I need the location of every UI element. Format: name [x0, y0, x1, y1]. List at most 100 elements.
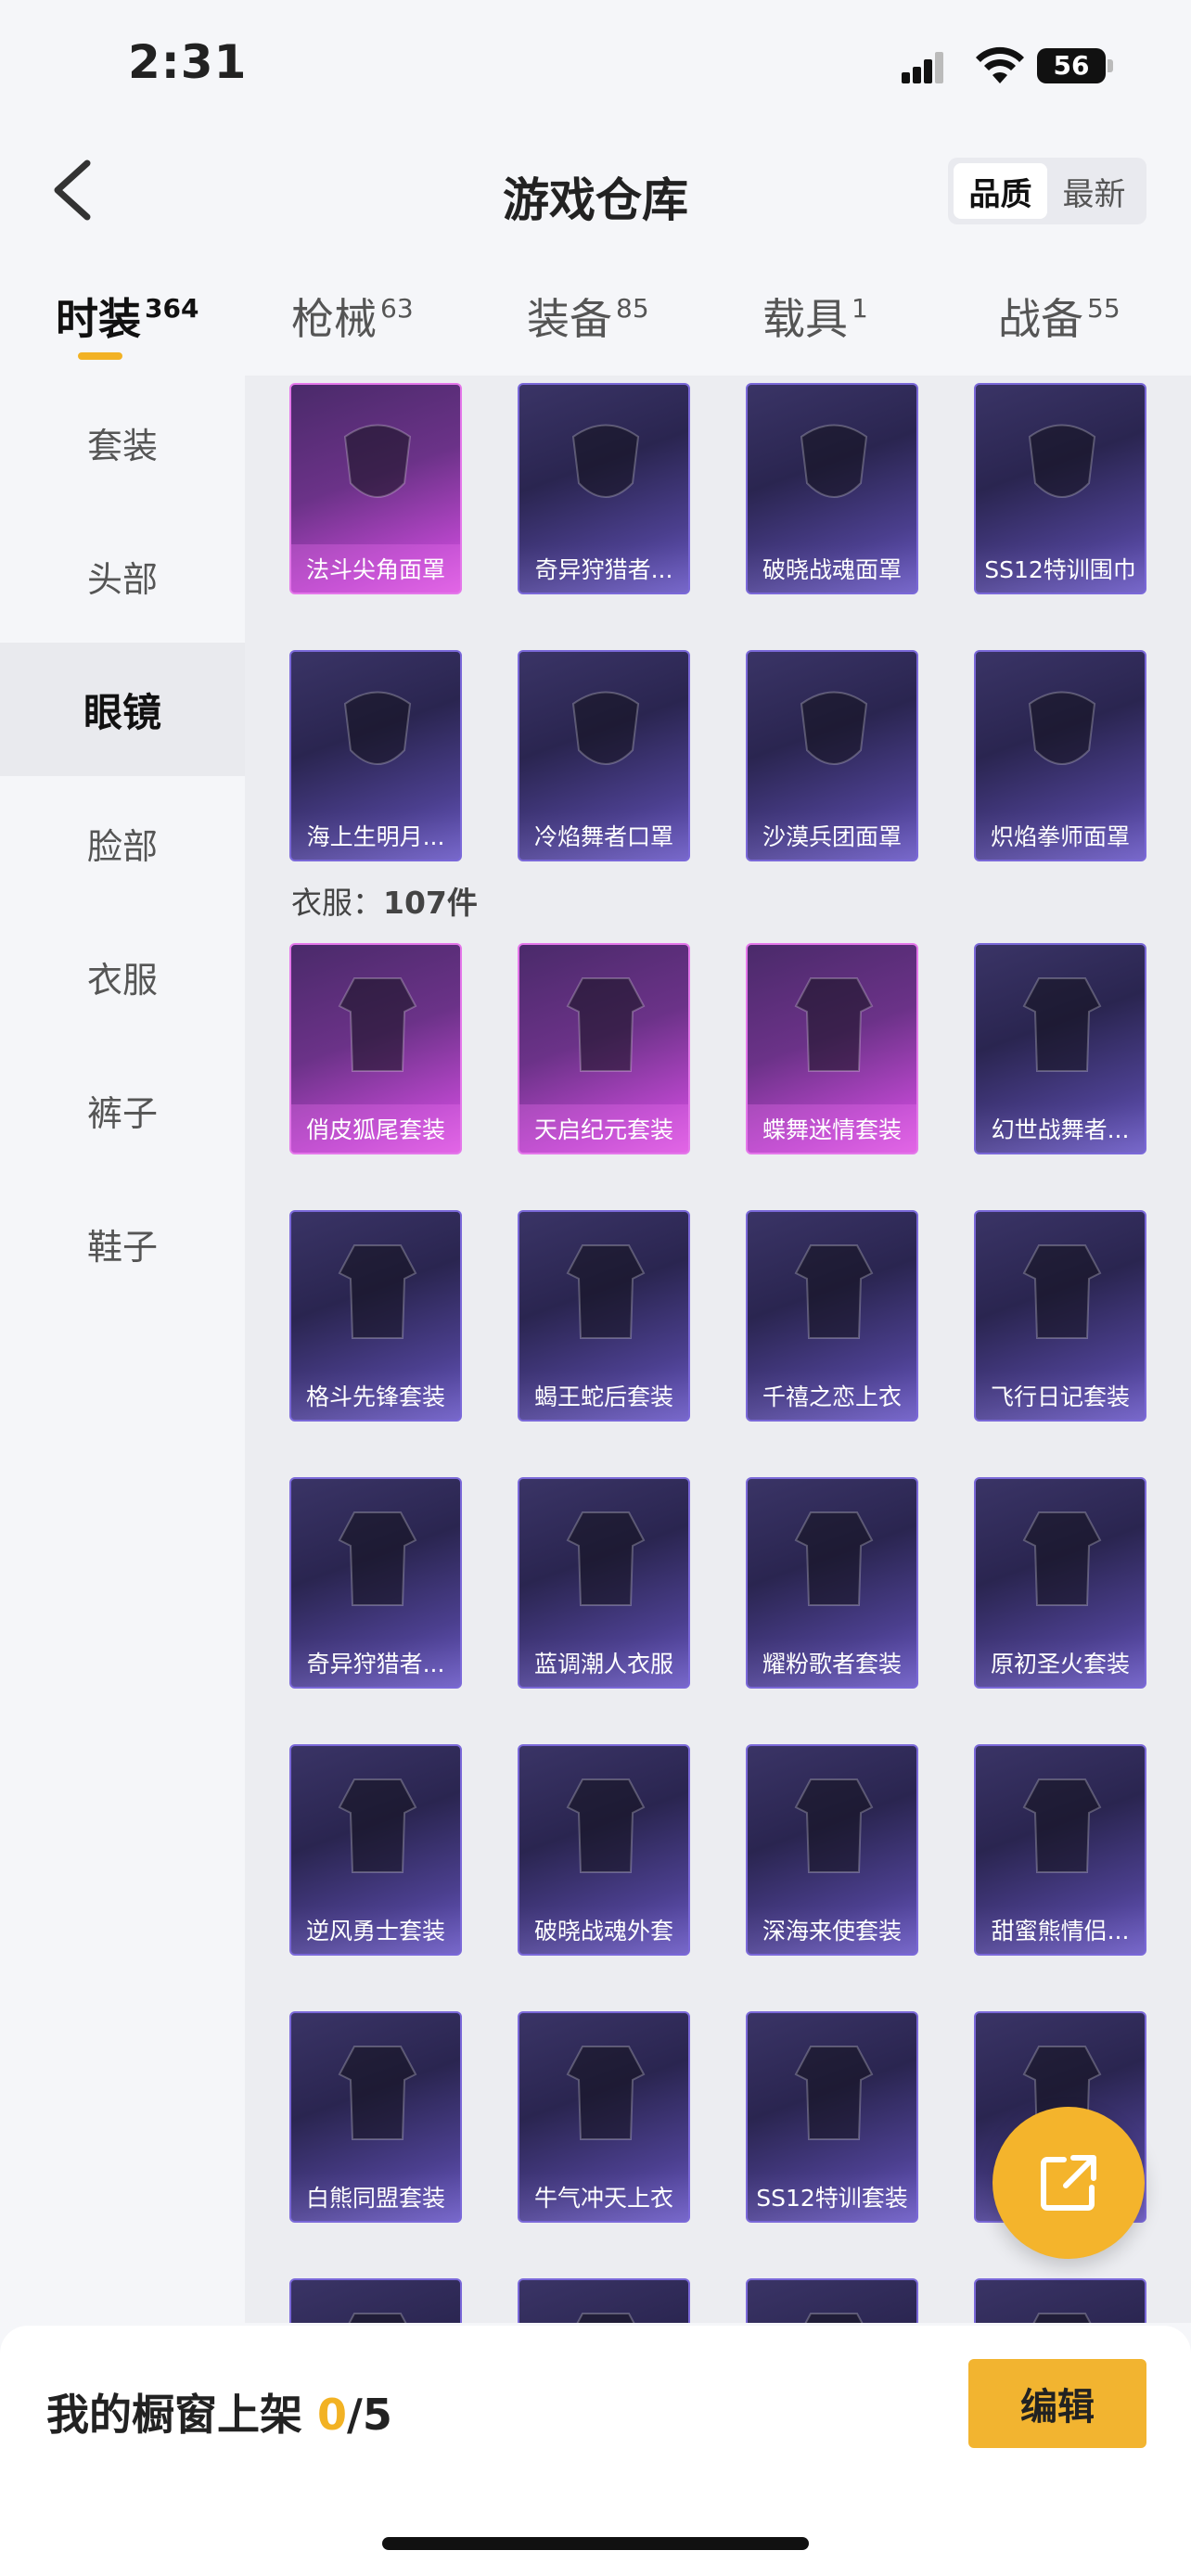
tab-count: 63	[380, 293, 414, 324]
item-name: SS12特训围巾	[976, 544, 1145, 593]
item-card[interactable]: 蝶舞迷情套装	[746, 943, 918, 1154]
item-name: 格斗先锋套装	[291, 1371, 460, 1420]
item-name: 白熊同盟套装	[291, 2173, 460, 2221]
tab-count: 55	[1087, 293, 1121, 324]
battery-tip	[1108, 59, 1113, 72]
item-card[interactable]: SS12特训围巾	[974, 383, 1146, 594]
tab-vehicles[interactable]: 载具 1	[762, 286, 868, 347]
item-thumbnail-icon	[1022, 977, 1102, 1072]
status-bar: 2:31 56	[0, 0, 1191, 139]
sidebar-item-sets[interactable]: 套装	[0, 376, 245, 509]
sidebar-item-glasses[interactable]: 眼镜	[0, 643, 245, 776]
item-thumbnail-icon	[1022, 1511, 1102, 1606]
wifi-icon	[976, 46, 1024, 83]
item-card[interactable]: 甜蜜熊情侣...	[974, 1744, 1146, 1956]
item-name: 牛气冲天上衣	[519, 2173, 688, 2221]
item-card[interactable]	[518, 2278, 690, 2323]
sidebar-item-pants[interactable]: 裤子	[0, 1043, 245, 1177]
item-card[interactable]: 破晓战魂面罩	[746, 383, 918, 594]
item-card[interactable]: 法斗尖角面罩	[289, 383, 462, 594]
item-card[interactable]: 蝎王蛇后套装	[518, 1210, 690, 1422]
tab-fashion[interactable]: 时装 364	[56, 286, 198, 347]
tab-equipment[interactable]: 装备 85	[527, 286, 649, 347]
tab-combat-supplies[interactable]: 战备 55	[998, 286, 1121, 347]
cellular-signal-icon	[902, 50, 944, 83]
item-name: 飞行日记套装	[976, 1371, 1145, 1420]
tab-label: 枪械	[291, 294, 377, 344]
item-card[interactable]	[746, 2278, 918, 2323]
tab-firearms[interactable]: 枪械 63	[291, 286, 414, 347]
item-thumbnail-icon	[1022, 1244, 1102, 1339]
item-card[interactable]: 原初圣火套装	[974, 1477, 1146, 1689]
item-thumbnail-icon	[794, 1779, 874, 1873]
item-thumbnail-icon	[348, 2313, 407, 2323]
item-thumbnail-icon	[566, 977, 646, 1072]
tab-label: 时装	[56, 294, 141, 344]
item-card[interactable]: 破晓战魂外套	[518, 1744, 690, 1956]
item-card[interactable]: 飞行日记套装	[974, 1210, 1146, 1422]
share-button[interactable]	[992, 2107, 1145, 2259]
item-thumbnail-icon	[338, 1511, 417, 1606]
category-tabs: 时装 364 枪械 63 装备 85 载具 1 战备 55	[0, 278, 1191, 371]
item-name: 俏皮狐尾套装	[291, 1104, 460, 1153]
item-name: 幻世战舞者...	[976, 1104, 1145, 1153]
item-thumbnail-icon	[794, 977, 874, 1072]
item-thumbnail-icon	[343, 424, 412, 498]
item-name: 蝎王蛇后套装	[519, 1371, 688, 1420]
sidebar-item-face[interactable]: 脸部	[0, 776, 245, 910]
sidebar-item-shoes[interactable]: 鞋子	[0, 1177, 245, 1310]
item-card[interactable]: 逆风勇士套装	[289, 1744, 462, 1956]
item-name: 逆风勇士套装	[291, 1906, 460, 1954]
item-name: 海上生明月...	[291, 811, 460, 860]
sort-toggle[interactable]: 品质 最新	[948, 158, 1146, 224]
item-card[interactable]: 深海来使套装	[746, 1744, 918, 1956]
item-card[interactable]: 奇异狩猎者...	[518, 383, 690, 594]
item-thumbnail-icon	[343, 691, 412, 765]
sort-option-quality[interactable]: 品质	[954, 163, 1047, 219]
item-card[interactable]: 牛气冲天上衣	[518, 2011, 690, 2223]
sort-option-newest[interactable]: 最新	[1047, 163, 1141, 219]
share-icon	[1041, 2155, 1096, 2211]
sidebar-item-head[interactable]: 头部	[0, 509, 245, 643]
item-card[interactable]: 蓝调潮人衣服	[518, 1477, 690, 1689]
tab-count: 1	[852, 293, 868, 324]
item-name: 千禧之恋上衣	[748, 1371, 916, 1420]
showcase-total: /5	[347, 2390, 392, 2440]
item-thumbnail-icon	[1028, 424, 1096, 498]
item-grid: 衣服：107件 法斗尖角面罩 奇异狩猎者... 破晓战魂面罩 SS12特训围巾 海上生明…	[245, 376, 1191, 2323]
item-card[interactable]: 沙漠兵团面罩	[746, 650, 918, 861]
item-card[interactable]: 海上生明月...	[289, 650, 462, 861]
item-name: 沙漠兵团面罩	[748, 811, 916, 860]
tab-label: 装备	[527, 294, 612, 344]
item-name: 奇异狩猎者...	[291, 1639, 460, 1687]
item-thumbnail-icon	[338, 977, 417, 1072]
showcase-current-count: 0	[317, 2390, 348, 2440]
item-name: 天启纪元套装	[519, 1104, 688, 1153]
item-thumbnail-icon	[804, 2313, 864, 2323]
item-card[interactable]: 冷焰舞者口罩	[518, 650, 690, 861]
item-card[interactable]: 白熊同盟套装	[289, 2011, 462, 2223]
item-thumbnail-icon	[571, 691, 640, 765]
section-count: 107件	[383, 885, 478, 921]
item-card[interactable]: 天启纪元套装	[518, 943, 690, 1154]
item-thumbnail-icon	[338, 1244, 417, 1339]
item-card[interactable]: 耀粉歌者套装	[746, 1477, 918, 1689]
item-card[interactable]	[974, 2278, 1146, 2323]
sidebar-item-clothes[interactable]: 衣服	[0, 910, 245, 1043]
item-card[interactable]: 俏皮狐尾套装	[289, 943, 462, 1154]
item-thumbnail-icon	[338, 1779, 417, 1873]
item-thumbnail-icon	[338, 2046, 417, 2140]
item-name: 耀粉歌者套装	[748, 1639, 916, 1687]
item-name: 深海来使套装	[748, 1906, 916, 1954]
item-card[interactable]: 格斗先锋套装	[289, 1210, 462, 1422]
item-card[interactable]: 千禧之恋上衣	[746, 1210, 918, 1422]
item-card[interactable]: 幻世战舞者...	[974, 943, 1146, 1154]
item-card[interactable]: 奇异狩猎者...	[289, 1477, 462, 1689]
edit-button[interactable]: 编辑	[968, 2359, 1146, 2448]
sidebar: 套装 头部 眼镜 脸部 衣服 裤子 鞋子	[0, 376, 245, 2323]
home-indicator	[382, 2537, 809, 2550]
item-card[interactable]: 炽焰拳师面罩	[974, 650, 1146, 861]
item-thumbnail-icon	[566, 1779, 646, 1873]
item-card[interactable]	[289, 2278, 462, 2323]
item-card[interactable]: SS12特训套装	[746, 2011, 918, 2223]
